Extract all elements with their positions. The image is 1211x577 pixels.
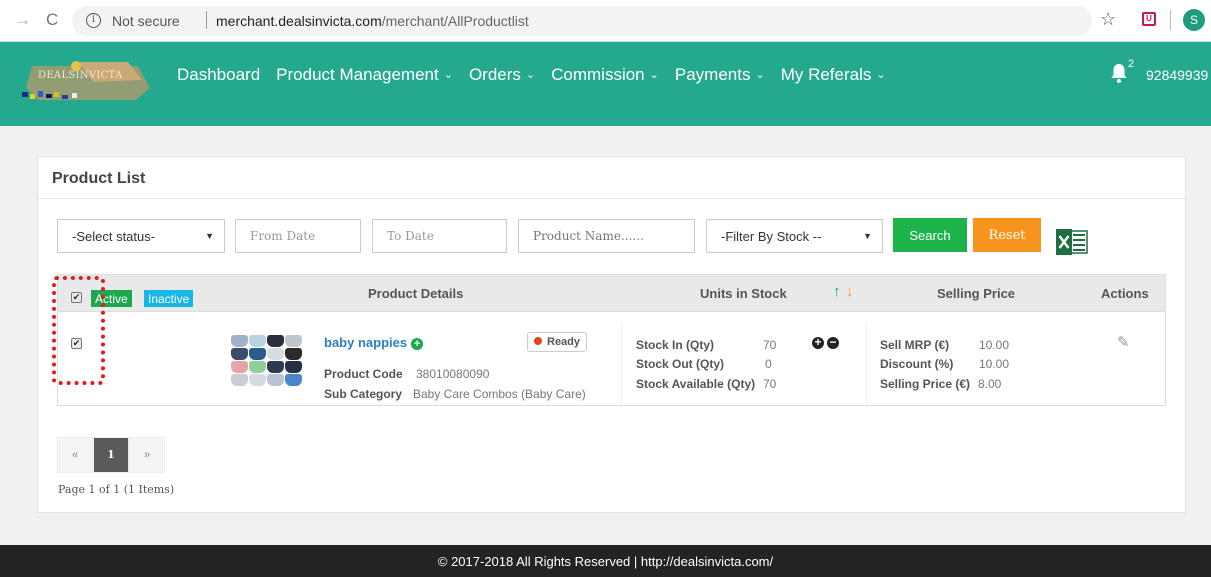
nav-dashboard[interactable]: Dashboard <box>177 65 260 85</box>
product-name-link[interactable]: baby nappies + <box>324 335 424 350</box>
stock-out-label: Stock Out (Qty) <box>636 357 725 371</box>
notification-count: 2 <box>1128 58 1135 70</box>
column-divider <box>621 323 622 407</box>
site-logo[interactable]: DEALSINVICTA <box>18 58 160 106</box>
sort-ascending-icon[interactable]: ↑ <box>833 283 841 300</box>
product-name: baby nappies <box>324 335 408 350</box>
annotation-highlight <box>52 276 105 385</box>
stock-in-label: Stock In (Qty) <box>636 338 715 352</box>
url-path: /merchant/AllProductlist <box>381 13 529 29</box>
nav-label: Commission <box>551 65 645 84</box>
user-id[interactable]: 92849939 <box>1146 67 1208 83</box>
chevron-down-icon: ⌄ <box>649 69 659 81</box>
plus-circle-icon[interactable]: + <box>812 336 824 349</box>
caret-down-icon: ▼ <box>205 231 214 241</box>
pagination-info: Page 1 of 1 (1 Items) <box>58 483 175 496</box>
column-divider <box>866 323 867 407</box>
search-button[interactable]: Search <box>893 218 967 252</box>
stock-out-value: 0 <box>765 357 772 371</box>
security-label: Not secure <box>112 13 180 29</box>
prev-page-button[interactable]: « <box>57 437 93 473</box>
reload-icon[interactable]: C <box>46 10 58 30</box>
address-bar[interactable]: i Not secure merchant.dealsinvicta.com/m… <box>72 6 1092 36</box>
status-value: -Select status- <box>72 229 156 244</box>
nav-payments[interactable]: Payments ⌄ <box>675 65 765 85</box>
to-date-input[interactable]: To Date <box>372 219 507 253</box>
status-dot <box>534 337 542 345</box>
logo-graphic <box>22 61 150 100</box>
divider <box>1170 10 1171 30</box>
column-selling-price: Selling Price <box>937 286 1016 301</box>
main-nav: Dashboard Product Management ⌄ Orders ⌄ Co… <box>177 65 902 85</box>
pagination: « 1 » <box>57 437 165 473</box>
sub-category-label: Sub Category <box>324 387 403 401</box>
logo-text: DEALSINVICTA <box>38 70 123 81</box>
pencil-icon[interactable]: ✎ <box>1117 333 1130 351</box>
sub-category-value: Baby Care Combos (Baby Care) <box>413 387 586 401</box>
profile-avatar[interactable]: S <box>1183 9 1205 31</box>
nav-commission[interactable]: Commission ⌄ <box>551 65 659 85</box>
page-button[interactable]: 1 <box>93 437 129 473</box>
main-content: Product List -Select status- ▼ From Date … <box>0 126 1211 545</box>
status-select[interactable]: -Select status- ▼ <box>57 219 225 253</box>
stock-filter-select[interactable]: -Filter By Stock -- ▼ <box>706 219 883 253</box>
stock-filter-value: -Filter By Stock -- <box>721 229 822 244</box>
stock-available-value: 70 <box>763 377 777 391</box>
divider <box>206 11 207 29</box>
from-date-input[interactable]: From Date <box>235 219 361 253</box>
bookmark-star-icon[interactable]: ☆ <box>1100 9 1116 30</box>
nav-label: Dashboard <box>177 65 261 84</box>
plus-circle-icon[interactable]: + <box>411 338 424 350</box>
nav-my-referals[interactable]: My Referals ⌄ <box>781 65 886 85</box>
product-name-input[interactable]: Product Name...... <box>518 219 695 253</box>
url-text[interactable]: merchant.dealsinvicta.com/merchant/AllPr… <box>216 13 529 29</box>
nav-label: Orders <box>468 65 521 84</box>
product-thumbnail[interactable] <box>231 335 305 387</box>
caret-down-icon: ▼ <box>863 231 872 241</box>
nav-label: Product Management <box>276 65 439 84</box>
discount-label: Discount (%) <box>880 357 954 371</box>
chevron-down-icon: ⌄ <box>876 69 886 81</box>
chevron-down-icon: ⌄ <box>755 69 765 81</box>
product-code-label: Product Code <box>324 367 403 381</box>
forward-arrow-icon[interactable]: → <box>14 10 31 30</box>
status-badge: Ready <box>527 332 587 352</box>
status-text: Ready <box>547 336 581 348</box>
discount-value: 10.00 <box>979 357 1010 371</box>
excel-export-icon[interactable] <box>1055 228 1089 256</box>
inactive-filter-tag[interactable]: Inactive <box>144 290 194 307</box>
site-footer: © 2017-2018 All Rights Reserved | http:/… <box>0 545 1211 577</box>
sort-descending-icon[interactable]: ↓ <box>846 283 854 300</box>
table-header: Product Details Units in Stock Selling P… <box>57 274 1166 312</box>
site-header: DEALSINVICTA Dashboard Product Managemen… <box>0 42 1211 126</box>
url-host: merchant.dealsinvicta.com <box>216 13 382 29</box>
selling-price-value: 8.00 <box>978 377 1002 391</box>
panel-title: Product List <box>38 157 1185 199</box>
column-product-details: Product Details <box>368 286 464 301</box>
extension-icon[interactable]: U <box>1142 12 1156 26</box>
next-page-button[interactable]: » <box>129 437 165 473</box>
browser-toolbar: → C i Not secure merchant.dealsinvicta.c… <box>0 0 1211 42</box>
sell-mrp-value: 10.00 <box>979 338 1010 352</box>
product-list-panel: Product List -Select status- ▼ From Date … <box>37 156 1186 513</box>
product-code-value: 38010080090 <box>416 367 490 381</box>
nav-orders[interactable]: Orders ⌄ <box>469 65 535 85</box>
stock-available-label: Stock Available (Qty) <box>636 377 756 391</box>
info-icon[interactable]: i <box>86 13 101 28</box>
selling-price-label: Selling Price (€) <box>880 377 971 391</box>
nav-label: My Referals <box>780 65 872 84</box>
column-actions: Actions <box>1101 286 1149 301</box>
sell-mrp-label: Sell MRP (€) <box>880 338 950 352</box>
column-units-in-stock: Units in Stock <box>700 286 787 301</box>
stock-in-value: 70 <box>763 338 777 352</box>
nav-product-management[interactable]: Product Management ⌄ <box>276 65 453 85</box>
chevron-down-icon: ⌄ <box>525 69 536 81</box>
reset-button[interactable]: Reset <box>973 218 1041 252</box>
chevron-down-icon: ⌄ <box>443 69 453 81</box>
nav-label: Payments <box>674 65 751 84</box>
minus-circle-icon[interactable]: − <box>827 336 839 349</box>
